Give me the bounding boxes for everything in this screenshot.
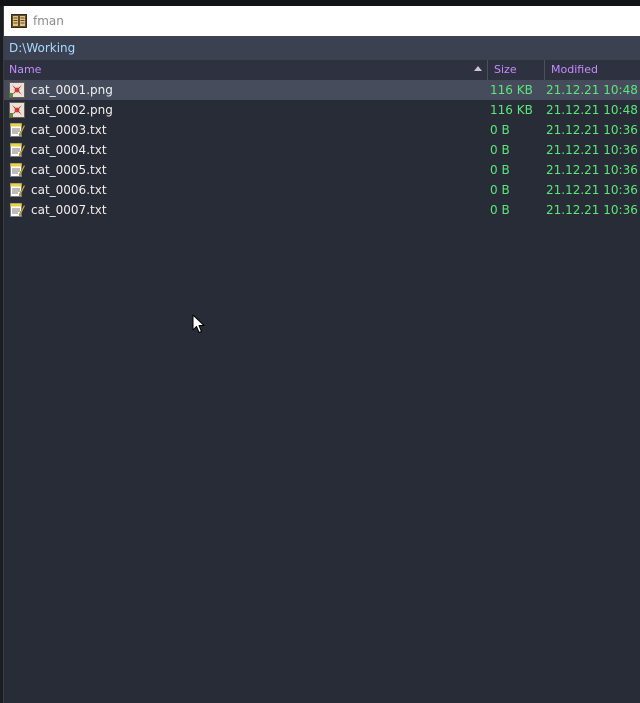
file-row[interactable]: cat_0004.txt 0 B 21.12.21 10:36 (4, 140, 640, 160)
fman-app-icon (11, 14, 27, 28)
fman-window: fman D:\Working Name Size Modified cat_0… (3, 6, 640, 703)
image-file-icon (9, 82, 25, 98)
file-modified: 21.12.21 10:48 (546, 103, 638, 117)
column-header-name[interactable]: Name (4, 60, 487, 80)
text-file-icon (9, 182, 25, 198)
file-name: cat_0006.txt (31, 183, 107, 197)
current-path: D:\Working (9, 41, 76, 55)
file-name: cat_0002.png (31, 103, 113, 117)
column-header-size-label: Size (494, 63, 517, 76)
file-row[interactable]: cat_0006.txt 0 B 21.12.21 10:36 (4, 180, 640, 200)
file-size: 0 B (490, 123, 510, 137)
file-size: 0 B (490, 183, 510, 197)
file-size: 116 KB (490, 103, 533, 117)
file-modified: 21.12.21 10:36 (546, 123, 638, 137)
file-size: 0 B (490, 143, 510, 157)
file-name: cat_0007.txt (31, 203, 107, 217)
mouse-cursor (192, 314, 205, 333)
image-file-icon (9, 102, 25, 118)
column-header-modified-label: Modified (551, 63, 598, 76)
file-row[interactable]: cat_0001.png 116 KB 21.12.21 10:48 (4, 80, 640, 100)
file-name: cat_0004.txt (31, 143, 107, 157)
sort-ascending-icon (474, 66, 482, 71)
column-header: Name Size Modified (4, 60, 640, 80)
file-modified: 21.12.21 10:36 (546, 163, 638, 177)
window-title: fman (33, 14, 64, 28)
file-modified: 21.12.21 10:36 (546, 203, 638, 217)
text-file-icon (9, 122, 25, 138)
file-size: 0 B (490, 163, 510, 177)
file-name: cat_0003.txt (31, 123, 107, 137)
file-name: cat_0005.txt (31, 163, 107, 177)
file-size: 0 B (490, 203, 510, 217)
file-row[interactable]: cat_0002.png 116 KB 21.12.21 10:48 (4, 100, 640, 120)
file-row[interactable]: cat_0003.txt 0 B 21.12.21 10:36 (4, 120, 640, 140)
file-modified: 21.12.21 10:36 (546, 183, 638, 197)
title-bar[interactable]: fman (4, 6, 640, 36)
text-file-icon (9, 142, 25, 158)
column-header-size[interactable]: Size (487, 60, 544, 80)
file-row[interactable]: cat_0005.txt 0 B 21.12.21 10:36 (4, 160, 640, 180)
file-size: 116 KB (490, 83, 533, 97)
file-name: cat_0001.png (31, 83, 113, 97)
file-modified: 21.12.21 10:48 (546, 83, 638, 97)
file-row[interactable]: cat_0007.txt 0 B 21.12.21 10:36 (4, 200, 640, 220)
column-header-modified[interactable]: Modified (544, 60, 640, 80)
text-file-icon (9, 162, 25, 178)
path-bar[interactable]: D:\Working (4, 36, 640, 60)
file-modified: 21.12.21 10:36 (546, 143, 638, 157)
file-list: cat_0001.png 116 KB 21.12.21 10:48 cat_0… (4, 80, 640, 220)
text-file-icon (9, 202, 25, 218)
column-header-name-label: Name (9, 63, 42, 76)
